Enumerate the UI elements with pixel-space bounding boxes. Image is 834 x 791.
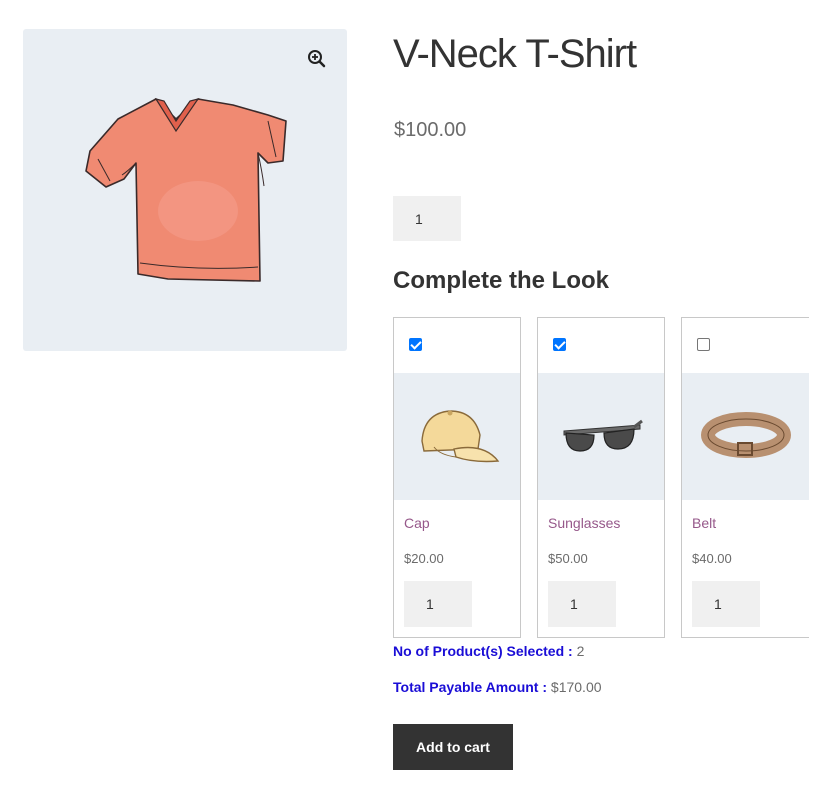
tshirt-image — [85, 98, 287, 282]
selected-count-line: No of Product(s) Selected : 2 — [393, 643, 584, 659]
product-page: V-Neck T-Shirt $100.00 Complete the Look… — [0, 0, 834, 791]
bundle-item-name[interactable]: Belt — [692, 515, 716, 531]
bundle-checkbox-belt[interactable] — [697, 338, 710, 351]
bundle-checkbox-cap[interactable] — [409, 338, 422, 351]
total-amount-label: Total Payable Amount : — [393, 679, 548, 695]
bundle-item-price: $40.00 — [692, 551, 732, 566]
zoom-in-icon[interactable] — [304, 46, 330, 72]
product-title: V-Neck T-Shirt — [393, 32, 637, 76]
product-image[interactable] — [23, 29, 347, 351]
bundle-item-quantity[interactable] — [404, 581, 472, 627]
selected-count-value: 2 — [576, 643, 585, 659]
bundle-item-price: $50.00 — [548, 551, 588, 566]
bundle-item-quantity[interactable] — [548, 581, 616, 627]
cap-image[interactable] — [394, 373, 520, 500]
bundle-item-quantity[interactable] — [692, 581, 760, 627]
product-price: $100.00 — [394, 119, 467, 141]
bundle-item-price: $20.00 — [404, 551, 444, 566]
sunglasses-image[interactable] — [538, 373, 664, 500]
bundle-card-sunglasses: Sunglasses $50.00 — [537, 317, 665, 638]
bundle-card-cap: Cap $20.00 — [393, 317, 521, 638]
bundle-item-name[interactable]: Sunglasses — [548, 515, 620, 531]
bundle-card-belt: Belt $40.00 — [681, 317, 809, 638]
add-to-cart-button[interactable]: Add to cart — [393, 724, 513, 770]
complete-look-heading: Complete the Look — [393, 267, 610, 294]
belt-image[interactable] — [682, 373, 809, 500]
bundle-checkbox-sunglasses[interactable] — [553, 338, 566, 351]
product-quantity-input[interactable] — [393, 196, 461, 241]
selected-count-label: No of Product(s) Selected : — [393, 643, 573, 659]
bundle-item-name[interactable]: Cap — [404, 515, 430, 531]
total-amount-value: $170.00 — [550, 679, 602, 695]
total-amount-line: Total Payable Amount : $170.00 — [393, 679, 602, 695]
